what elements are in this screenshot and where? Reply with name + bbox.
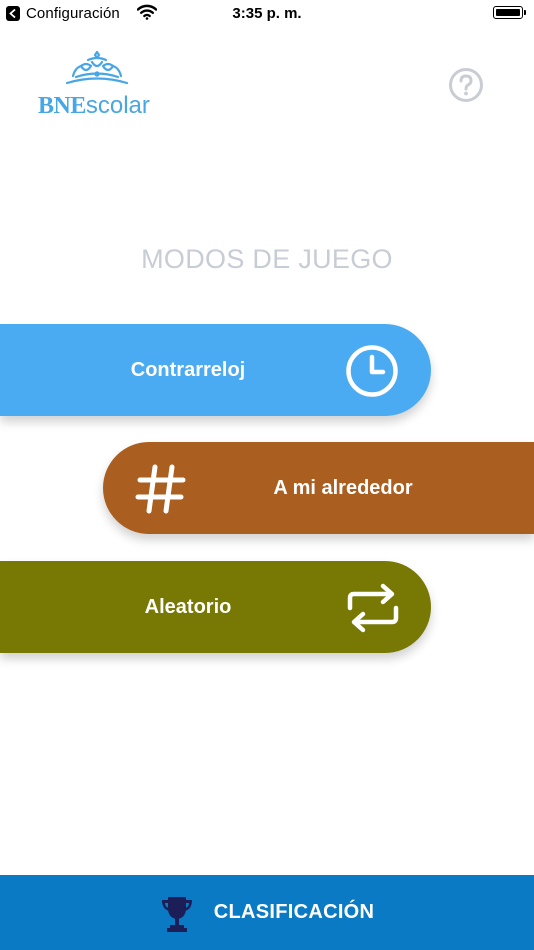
tiara-icon [65, 50, 129, 85]
clasificacion-button[interactable]: CLASIFICACIÓN [0, 875, 534, 950]
section-title: MODOS DE JUEGO [141, 244, 393, 274]
question-circle-icon [449, 68, 483, 102]
battery-icon [493, 6, 526, 19]
help-button[interactable] [448, 67, 484, 103]
mode-label: Aleatorio [144, 596, 232, 618]
logo-wordmark: BNEscolar [38, 92, 150, 120]
mode-alrededor-button[interactable]: A mi alrededor [103, 442, 534, 534]
clock-icon [346, 345, 398, 397]
mode-contrarreloj-button[interactable]: Contrarreloj [0, 324, 431, 416]
hashtag-icon [135, 464, 186, 514]
status-time: 3:35 p. m. [232, 5, 302, 22]
logo-bne-text: BNE [38, 93, 86, 119]
clasificacion-content: CLASIFICACIÓN [0, 875, 534, 950]
app-logo: BNEscolar [38, 50, 158, 122]
mode-label: A mi alrededor [273, 477, 413, 499]
clasificacion-label: CLASIFICACIÓN [213, 901, 375, 923]
mode-aleatorio-button[interactable]: Aleatorio [0, 561, 431, 653]
mode-label: Contrarreloj [130, 359, 246, 381]
status-bar: Configuración 3:35 p. m. [0, 0, 534, 28]
repeat-arrows-icon [347, 583, 399, 633]
logo-scolar-text: scolar [85, 92, 150, 119]
trophy-icon [161, 896, 192, 932]
